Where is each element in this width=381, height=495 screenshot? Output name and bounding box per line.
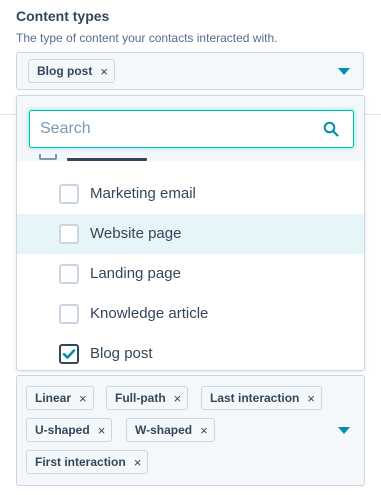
check-icon — [62, 349, 76, 359]
close-icon[interactable]: × — [98, 424, 106, 437]
option-label: Marketing email — [90, 185, 196, 202]
close-icon[interactable]: × — [100, 65, 108, 78]
chip-label: Blog post — [37, 64, 93, 78]
option-landing-page[interactable]: Landing page — [17, 254, 364, 294]
close-icon[interactable]: × — [200, 424, 208, 437]
chip-label: U-shaped — [35, 423, 90, 437]
checkbox-checked[interactable] — [59, 344, 79, 364]
content-types-dropdown: Marketing email Website page Landing pag… — [16, 95, 365, 371]
chip-label: Linear — [35, 391, 72, 405]
chip-label: Full-path — [115, 391, 166, 405]
chip-u-shaped: U-shaped × — [26, 418, 113, 442]
chip-label: First interaction — [35, 455, 126, 469]
content-types-select[interactable]: Blog post × — [16, 52, 364, 90]
chip-first-interaction: First interaction × — [26, 450, 149, 474]
attribution-models-select[interactable]: Linear × Full-path × Last interaction × … — [16, 375, 365, 486]
close-icon[interactable]: × — [307, 392, 315, 405]
caret-down-icon[interactable] — [338, 427, 350, 434]
close-icon[interactable]: × — [79, 392, 87, 405]
content-types-description: The type of content your contacts intera… — [16, 31, 278, 45]
option-website-page[interactable]: Website page — [17, 214, 364, 254]
chip-label: W-shaped — [135, 423, 193, 437]
close-icon[interactable]: × — [134, 456, 142, 469]
option-label: Knowledge article — [90, 305, 209, 322]
search-input[interactable] — [30, 111, 310, 147]
chip-label: Last interaction — [210, 391, 300, 405]
chip-full-path: Full-path × — [106, 386, 189, 410]
content-types-title: Content types — [16, 8, 110, 24]
chip-linear: Linear × — [26, 386, 94, 410]
checkbox[interactable] — [59, 224, 79, 244]
group-label-partial — [67, 158, 147, 161]
group-checkbox-partial[interactable] — [39, 154, 57, 160]
search-box[interactable] — [29, 110, 354, 148]
option-blog-post[interactable]: Blog post — [17, 334, 364, 370]
option-label: Website page — [90, 225, 182, 242]
caret-down-icon[interactable] — [338, 68, 350, 75]
close-icon[interactable]: × — [174, 392, 182, 405]
option-label: Blog post — [90, 345, 153, 362]
option-knowledge-article[interactable]: Knowledge article — [17, 294, 364, 334]
chip-blog-post: Blog post × — [28, 59, 115, 83]
checkbox[interactable] — [59, 184, 79, 204]
dropdown-search-area — [17, 96, 364, 161]
checkbox[interactable] — [59, 304, 79, 324]
checkbox[interactable] — [59, 264, 79, 284]
chip-w-shaped: W-shaped × — [126, 418, 215, 442]
chip-last-interaction: Last interaction × — [201, 386, 322, 410]
search-icon[interactable] — [323, 121, 339, 137]
option-label: Landing page — [90, 265, 181, 282]
option-marketing-email[interactable]: Marketing email — [17, 174, 364, 214]
